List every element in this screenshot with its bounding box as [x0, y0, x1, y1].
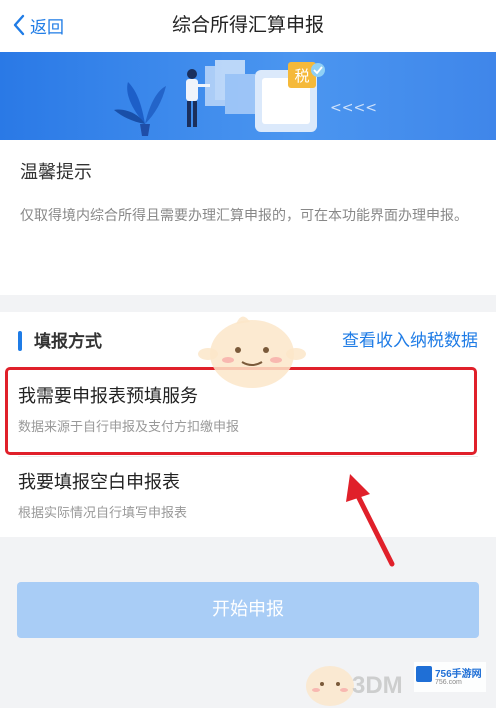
watermark-3dm: 3DM [352, 672, 403, 699]
plant-icon [114, 82, 166, 136]
watermark-logo: 756手游网 756.com [414, 662, 486, 692]
tips-text: 仅取得境内综合所得且需要办理汇算申报的，可在本功能界面办理申报。 [20, 208, 468, 224]
section-title: 填报方式 [34, 332, 102, 352]
tax-badge-text: 税 [294, 67, 309, 85]
option-divider [18, 456, 478, 457]
logo-subtext: 756.com [435, 679, 462, 686]
section-accent-bar [18, 331, 22, 351]
tips-title: 温馨提示 [20, 162, 92, 183]
logo-text: 756手游网 [435, 669, 482, 680]
mascot-watermark-icon [198, 316, 306, 388]
logo-square-icon [416, 666, 432, 682]
banner-art: 税 <<<< [114, 60, 377, 136]
annotation-arrow-icon [346, 474, 395, 567]
tips-panel: 温馨提示 仅取得境内综合所得且需要办理汇算申报的，可在本功能界面办理申报。 [0, 140, 496, 295]
option-title: 我要填报空白申报表 [18, 472, 180, 493]
banner-illustration: 税 <<<< [0, 52, 496, 140]
nav-bar: 返回 综合所得汇算申报 [0, 0, 496, 52]
page-title: 综合所得汇算申报 [171, 14, 324, 36]
option-subtitle: 根据实际情况自行填写申报表 [18, 506, 188, 521]
start-filing-button[interactable]: 开始申报 [17, 582, 479, 638]
view-income-tax-data-link[interactable]: 查看收入纳税数据 [342, 326, 478, 351]
option-blank-form[interactable]: 我要填报空白申报表 根据实际情况自行填写申报表 [18, 468, 478, 521]
banner-arrows: <<<< [330, 100, 377, 116]
